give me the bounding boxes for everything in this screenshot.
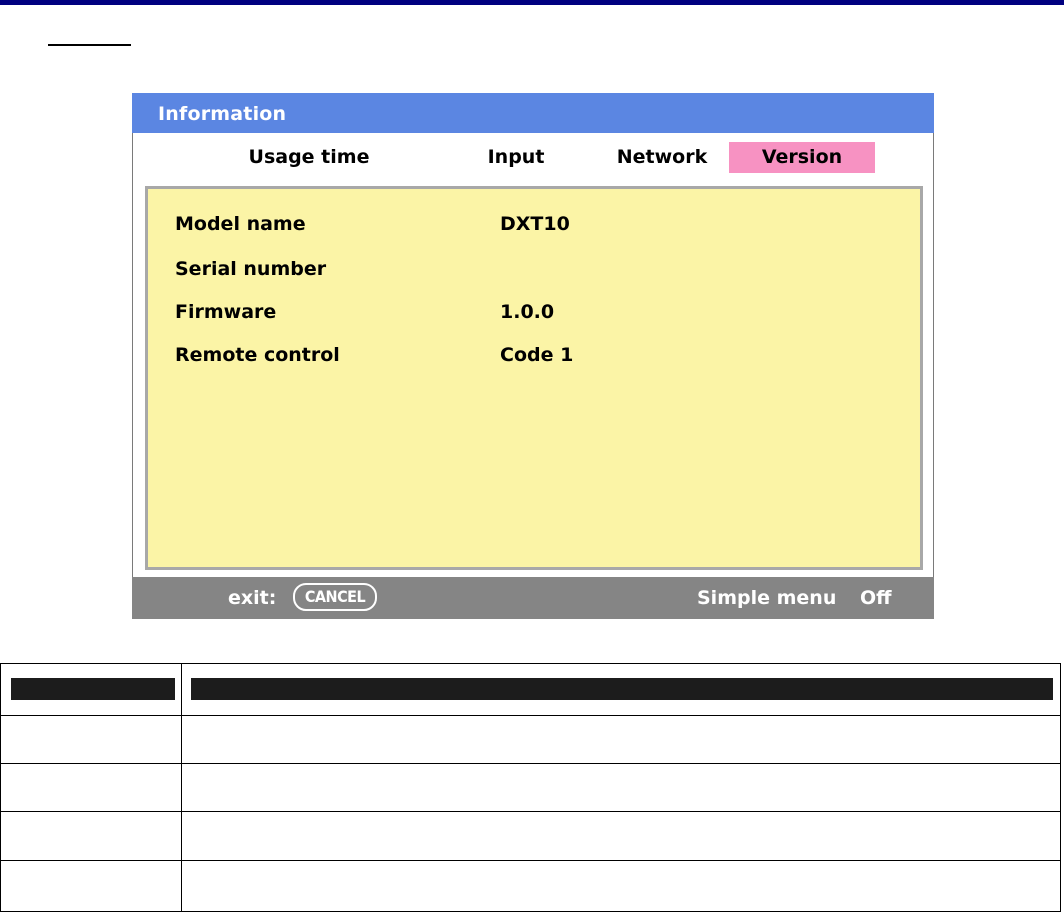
cancel-key-icon[interactable]: CANCEL bbox=[293, 583, 377, 611]
table-row bbox=[1, 811, 1060, 812]
table-row bbox=[1, 763, 1060, 764]
firmware-label: Firmware bbox=[175, 301, 277, 323]
table-row bbox=[1, 860, 1060, 861]
table-column-divider bbox=[181, 664, 182, 911]
information-menu-window: Information Usage time Input Network Ver… bbox=[132, 93, 934, 619]
tab-input[interactable]: Input bbox=[476, 142, 556, 173]
remote-control-label: Remote control bbox=[175, 344, 340, 366]
exit-label: exit: bbox=[228, 587, 277, 609]
tab-usage-time[interactable]: Usage time bbox=[244, 142, 374, 173]
version-info-panel: Model name DXT10 Serial number Firmware … bbox=[145, 186, 923, 570]
page-top-rule bbox=[0, 0, 1064, 5]
table-row bbox=[1, 715, 1060, 716]
tab-version[interactable]: Version bbox=[729, 142, 875, 173]
simple-menu-value[interactable]: Off bbox=[860, 587, 892, 609]
model-name-label: Model name bbox=[175, 213, 306, 235]
firmware-value: 1.0.0 bbox=[500, 301, 555, 323]
heading-underline bbox=[48, 44, 131, 46]
table-header-description bbox=[191, 678, 1053, 700]
model-name-value: DXT10 bbox=[500, 213, 570, 235]
menu-title-bar: Information bbox=[132, 93, 934, 133]
menu-title: Information bbox=[158, 103, 287, 125]
description-table bbox=[0, 663, 1061, 912]
serial-number-label: Serial number bbox=[175, 258, 327, 280]
simple-menu-label: Simple menu bbox=[697, 587, 837, 609]
table-header-item bbox=[11, 678, 175, 700]
remote-control-value: Code 1 bbox=[500, 344, 574, 366]
tab-network[interactable]: Network bbox=[610, 142, 714, 173]
menu-footer: exit: CANCEL Simple menu Off bbox=[132, 577, 934, 619]
